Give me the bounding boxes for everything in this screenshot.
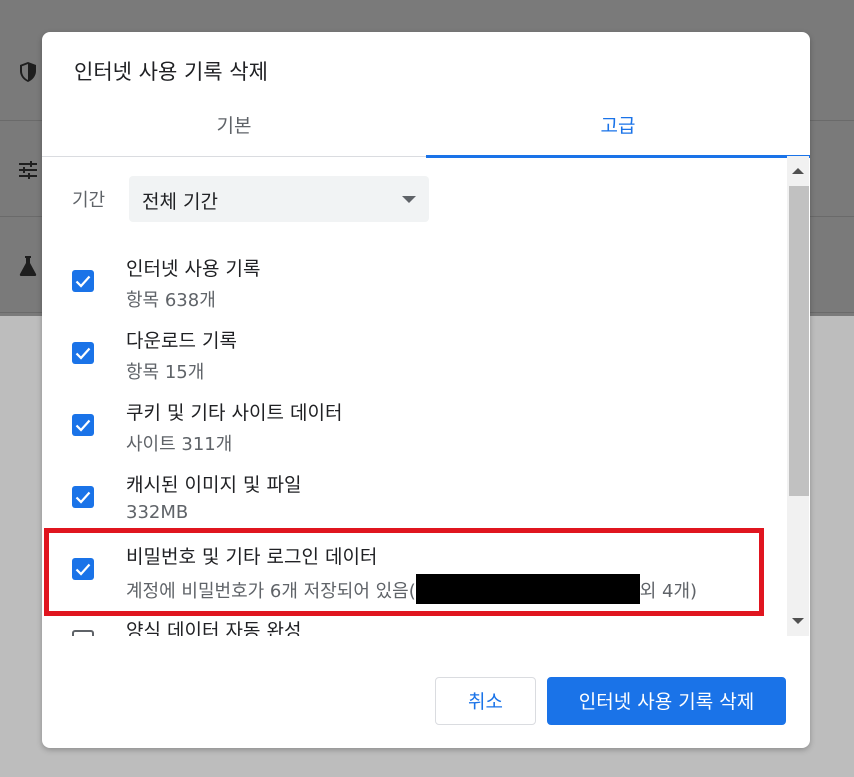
cancel-button[interactable]: 취소 <box>435 677 536 725</box>
checkbox-cached-images[interactable] <box>72 486 94 508</box>
time-range-label: 기간 <box>72 190 106 211</box>
option-browsing-history: 인터넷 사용 기록 항목 638개 <box>42 254 782 322</box>
tab-basic[interactable]: 기본 <box>42 114 426 156</box>
checkbox-cookies[interactable] <box>72 414 94 436</box>
checkmark-icon <box>75 347 91 360</box>
time-range-value: 전체 기간 <box>142 191 218 213</box>
dialog-title: 인터넷 사용 기록 삭제 <box>74 60 268 84</box>
scrollbar-thumb[interactable] <box>789 186 809 496</box>
option-autofill: 양식 데이터 자동 완성 <box>42 614 782 636</box>
checkbox-browsing-history[interactable] <box>72 270 94 292</box>
flask-icon <box>16 254 40 278</box>
option-label: 다운로드 기록 <box>126 330 237 352</box>
clear-browsing-data-dialog: 인터넷 사용 기록 삭제 기본 고급 기간 전체 기간 인터넷 사용 기록 항목… <box>42 32 810 748</box>
option-download-history: 다운로드 기록 항목 15개 <box>42 326 782 394</box>
scroll-down-arrow-icon[interactable] <box>792 618 804 624</box>
tab-advanced[interactable]: 고급 <box>426 114 810 158</box>
option-cookies: 쿠키 및 기타 사이트 데이터 사이트 311개 <box>42 398 782 466</box>
tab-bar: 기본 고급 <box>42 114 810 158</box>
shield-icon <box>16 60 40 84</box>
option-detail: 332MB <box>126 502 189 523</box>
dialog-content: 기간 전체 기간 인터넷 사용 기록 항목 638개 다운로드 기록 항목 15… <box>42 156 810 636</box>
scrollbar[interactable] <box>787 156 809 636</box>
dropdown-caret-icon <box>402 196 416 203</box>
highlight-annotation-box <box>44 528 764 616</box>
option-detail: 항목 15개 <box>126 362 205 383</box>
clear-data-button[interactable]: 인터넷 사용 기록 삭제 <box>547 677 786 725</box>
checkmark-icon <box>75 419 91 432</box>
tab-advanced-label: 고급 <box>600 115 636 137</box>
option-label: 인터넷 사용 기록 <box>126 258 261 280</box>
checkmark-icon <box>75 491 91 504</box>
checkbox-download-history[interactable] <box>72 342 94 364</box>
checkbox-autofill[interactable] <box>72 630 94 636</box>
scroll-up-arrow-icon[interactable] <box>792 168 804 174</box>
option-detail: 항목 638개 <box>126 290 216 311</box>
time-range-select[interactable]: 전체 기간 <box>129 176 429 222</box>
option-label: 양식 데이터 자동 완성 <box>126 620 302 636</box>
option-label: 쿠키 및 기타 사이트 데이터 <box>126 402 343 424</box>
tab-basic-label: 기본 <box>216 115 252 137</box>
checkmark-icon <box>75 275 91 288</box>
option-detail: 사이트 311개 <box>126 434 233 455</box>
option-label: 캐시된 이미지 및 파일 <box>126 474 302 496</box>
sliders-icon <box>16 158 40 182</box>
